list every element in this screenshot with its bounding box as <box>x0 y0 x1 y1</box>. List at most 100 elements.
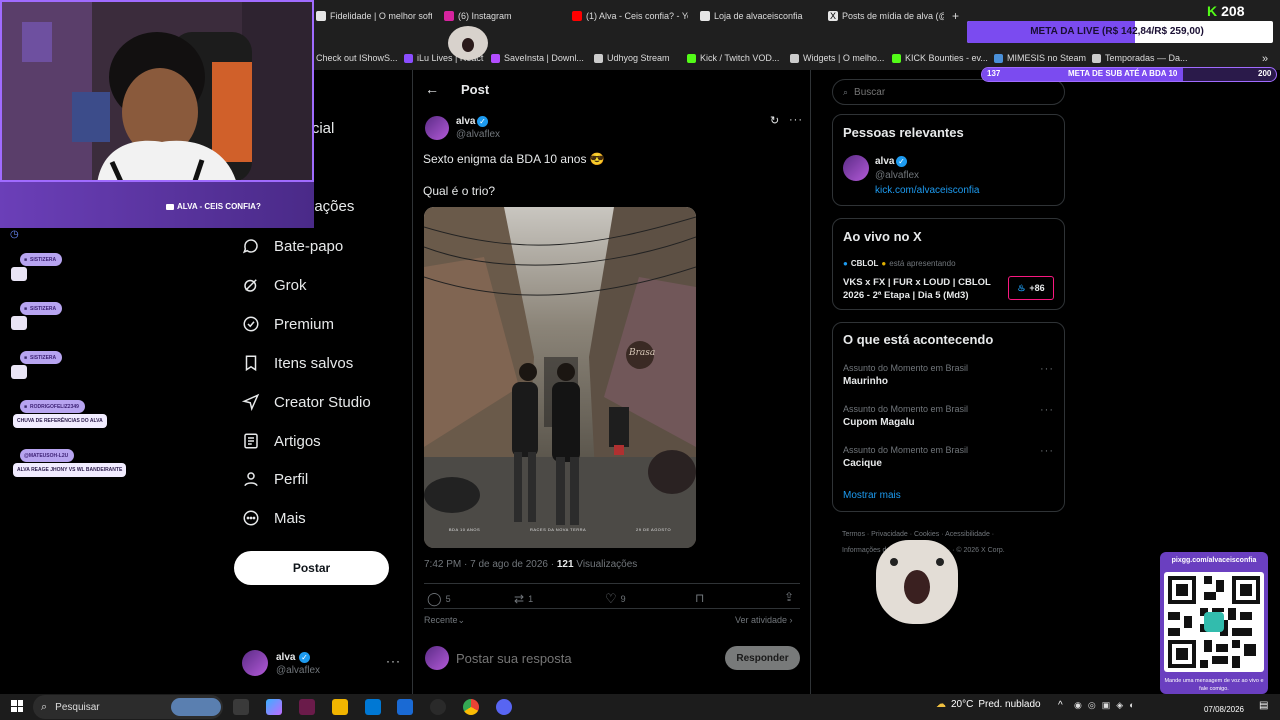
bookmark[interactable]: SaveInsta | Downl... <box>491 53 584 63</box>
stream-title-text: ALVA - CEIS CONFIA? <box>177 202 261 211</box>
nav-articles[interactable]: Artigos <box>242 432 321 450</box>
more-dots-icon[interactable]: ··· <box>1040 363 1054 375</box>
bookmark[interactable]: MIMESIS no Steam <box>994 53 1086 63</box>
cat-mouth <box>904 570 930 604</box>
browser-tab[interactable]: Fidelidade | O melhor softw <box>316 8 432 24</box>
outlook-icon[interactable] <box>397 699 413 715</box>
reply-submit-button[interactable]: Responder <box>725 646 800 670</box>
grok-explain-icon[interactable]: ↻ <box>770 114 779 127</box>
system-tray-icons[interactable]: ◉◎▣◈◐ <box>1074 700 1164 713</box>
post-button[interactable]: Postar <box>234 551 389 585</box>
nav-grok[interactable]: Grok <box>242 276 307 294</box>
live-stream-title[interactable]: VKS x FX | FUR x LOUD | CBLOL 2026 - 2ª … <box>843 276 991 302</box>
live-host[interactable]: ● CBLOL ● está apresentando <box>843 259 956 268</box>
x-logo-icon: X <box>828 11 838 21</box>
share-icon[interactable]: ⇪ <box>784 590 794 604</box>
chrome-icon[interactable] <box>463 699 479 715</box>
new-tab-button[interactable]: + <box>952 8 966 24</box>
search-bar[interactable]: ⌕ <box>832 79 1065 105</box>
view-activity-link[interactable]: Ver atividade › <box>735 615 793 625</box>
copilot-icon[interactable] <box>266 699 282 715</box>
kick-icon <box>687 53 696 63</box>
author-handle[interactable]: @alvaflex <box>456 129 500 140</box>
author-avatar[interactable] <box>425 116 449 140</box>
more-dots-icon[interactable]: ··· <box>1040 445 1054 457</box>
avatar[interactable] <box>843 155 869 181</box>
sort-dropdown[interactable]: Recente⌄ <box>424 615 465 626</box>
show-more-link[interactable]: Mostrar mais <box>843 490 901 501</box>
nav-profile[interactable]: Perfil <box>242 470 308 488</box>
tab-label: Posts de mídia de alva (@a <box>842 11 944 21</box>
live-listeners-badge[interactable]: ♨ +86 <box>1008 276 1054 300</box>
bookmark[interactable]: Temporadas — Da... <box>1092 53 1188 63</box>
grok-icon <box>244 279 257 292</box>
trend-item[interactable]: Assunto do Momento em Brasil Maurinho ··… <box>843 363 1054 393</box>
windows-start-icon[interactable] <box>11 700 23 712</box>
nav-chat[interactable]: Bate-papo <box>242 237 343 255</box>
chat-badge-icon: ■ <box>24 403 28 410</box>
obs-icon[interactable] <box>430 699 446 715</box>
clock[interactable]: 07/08/2026 <box>1196 699 1244 715</box>
bookmarks-overflow-icon[interactable]: » <box>1262 53 1268 65</box>
post-more-icon[interactable]: ··· <box>789 114 803 126</box>
trend-item[interactable]: Assunto do Momento em Brasil Cupom Magal… <box>843 404 1054 434</box>
more-dots-icon[interactable]: ··· <box>1040 404 1054 416</box>
notification-icon[interactable]: ▤ <box>1259 700 1268 711</box>
app-icon[interactable] <box>299 699 315 715</box>
reply-button[interactable]: ◯ 5 <box>427 591 451 607</box>
bookmark[interactable]: KICK Bounties - ev... <box>892 53 988 63</box>
trend-name: Cupom Magalu <box>843 417 915 428</box>
image-caption-text: RACES DA NOVA TERRA <box>529 527 587 532</box>
nav-label: Premium <box>274 315 335 333</box>
post-image[interactable]: Brasa BDA 10 ANOS RACES DA NOVA TERRA 29… <box>424 207 696 548</box>
more-icon <box>243 510 259 526</box>
bookmark[interactable]: Widgets | O melho... <box>790 53 884 63</box>
discord-icon[interactable] <box>496 699 512 715</box>
taskbar-search[interactable]: ⌕ Pesquisar <box>33 695 223 719</box>
author-name[interactable]: alva <box>456 116 475 127</box>
bookmark-favicon-icon <box>404 53 413 63</box>
viewer-counter: K 208 <box>1207 3 1244 19</box>
chat-message: CHUVA DE REFERÊNCIAS DO ALVA <box>13 414 107 428</box>
chat-username: ■ RODRIGOFELIZ2349 <box>20 400 85 413</box>
bookmark[interactable]: Udhyog Stream <box>594 53 670 63</box>
bookmark[interactable]: Kick / Twitch VOD... <box>687 53 779 63</box>
nav-premium[interactable]: Premium <box>242 315 334 333</box>
search-input[interactable] <box>854 86 1045 98</box>
chat-emote <box>11 365 27 379</box>
heart-icon: ♡ <box>605 591 617 606</box>
nav-label: Mais <box>274 509 306 527</box>
browser-tab[interactable]: Loja de alvaceisconfia <box>700 8 816 24</box>
image-caption: BDA 10 ANOS RACES DA NOVA TERRA 29 DE AG… <box>424 527 696 532</box>
browser-tab[interactable]: (1) Alva - Ceis confia? - Yo <box>572 8 688 24</box>
nav-creator-studio[interactable]: Creator Studio <box>242 393 371 411</box>
sort-label: Recente <box>424 615 458 625</box>
nav-bookmarks[interactable]: Itens salvos <box>242 354 353 372</box>
trend-item[interactable]: Assunto do Momento em Brasil Cacique ··· <box>843 445 1054 475</box>
account-switcher[interactable]: alva ✓ @alvaflex ··· <box>242 650 412 678</box>
bookmark[interactable]: Check out IShowS... <box>316 53 398 63</box>
person-name[interactable]: alva <box>875 156 894 167</box>
windows-taskbar: ⌕ Pesquisar ☁ 20°C Pred. nublado ^ ◉◎▣◈◐… <box>0 694 1280 720</box>
chevron-up-icon[interactable]: ^ <box>1058 700 1063 711</box>
nav-more[interactable]: Mais <box>242 509 306 527</box>
browser-tab-active[interactable]: X Posts de mídia de alva (@a <box>828 8 944 24</box>
qr-code-pattern <box>1168 576 1260 668</box>
like-button[interactable]: ♡ 9 <box>605 591 626 607</box>
live-host-suffix: está apresentando <box>889 259 956 268</box>
chat-message: ALVA REAGE JHONY VS WL BANDEIRANTE <box>13 463 127 477</box>
live-title-line: VKS x FX | FUR x LOUD | CBLOL <box>843 277 991 288</box>
back-arrow-icon[interactable]: ← <box>425 81 439 97</box>
reply-icon: ◯ <box>427 591 442 606</box>
reply-input[interactable] <box>456 649 706 667</box>
person-link[interactable]: kick.com/alvaceisconfia <box>875 185 979 196</box>
person-handle: @alvaflex <box>875 170 920 181</box>
file-explorer-icon[interactable] <box>332 699 348 715</box>
repost-button[interactable]: ⇄ 1 <box>514 592 533 606</box>
browser-tab[interactable]: (6) Instagram <box>444 8 564 24</box>
card-title: Ao vivo no X <box>843 229 922 244</box>
weather-widget[interactable]: ☁ 20°C Pred. nublado <box>936 699 1041 710</box>
store-icon[interactable] <box>365 699 381 715</box>
task-view-icon[interactable] <box>233 699 249 715</box>
bookmark-icon[interactable]: ⊓ <box>695 591 704 605</box>
